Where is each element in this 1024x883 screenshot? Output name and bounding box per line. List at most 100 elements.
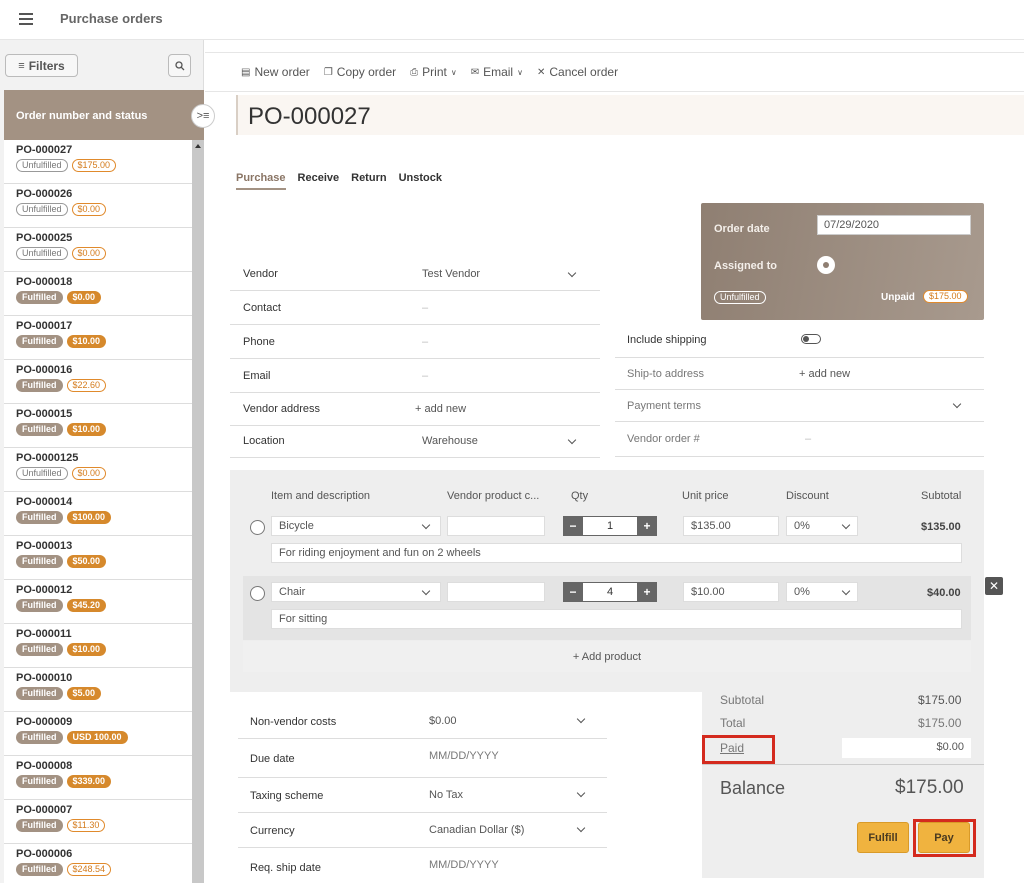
add-vendor-address-link[interactable]: + add new — [415, 403, 466, 415]
order-badges: Fulfilled $10.00 — [16, 423, 192, 436]
chevron-down-icon[interactable] — [577, 790, 585, 798]
plus-icon[interactable]: + — [637, 516, 657, 536]
unit-price-input[interactable]: $10.00 — [683, 582, 779, 602]
collapse-panel-icon[interactable]: >≡ — [191, 104, 215, 128]
vendor-code-input[interactable] — [447, 582, 545, 602]
item-description-input[interactable]: For sitting — [271, 609, 962, 629]
amount-badge: $175.00 — [923, 290, 968, 303]
main-content: ▤ New order ❐ Copy order ⎙ Print ∨ ✉ Email ∨ ✕… — [205, 40, 1024, 883]
payment-terms-row[interactable]: Payment terms — [615, 390, 984, 422]
list-header: Order number and status — [4, 90, 204, 140]
discount-select[interactable]: 0% — [786, 582, 858, 602]
copy-order-button[interactable]: ❐ Copy order — [324, 65, 396, 79]
order-tabs: Purchase Receive Return Unstock — [236, 172, 442, 190]
tab-purchase[interactable]: Purchase — [236, 172, 286, 190]
add-product-button[interactable]: + Add product — [243, 641, 971, 672]
quantity-value[interactable]: 1 — [583, 516, 637, 536]
chevron-down-icon[interactable] — [953, 401, 961, 409]
paid-amount-input[interactable]: $0.00 — [842, 738, 971, 758]
list-item[interactable]: PO-000006 Fulfilled $248.54 — [4, 844, 192, 883]
divider — [702, 764, 984, 765]
tab-return[interactable]: Return — [351, 172, 386, 190]
list-item[interactable]: PO-000014 Fulfilled $100.00 — [4, 492, 192, 536]
order-list-panel: ≡ Filters Order number and status >≡ PO-… — [0, 40, 215, 883]
list-item[interactable]: PO-000009 Fulfilled USD 100.00 — [4, 712, 192, 756]
chevron-down-icon — [422, 588, 430, 596]
fulfill-button[interactable]: Fulfill — [857, 822, 909, 853]
assignee-avatar-icon[interactable] — [817, 256, 835, 274]
unit-price-input[interactable]: $135.00 — [683, 516, 779, 536]
list-item[interactable]: PO-000027 Unfulfilled $175.00 — [4, 140, 192, 184]
plus-icon[interactable]: + — [637, 582, 657, 602]
list-item[interactable]: PO-000015 Fulfilled $10.00 — [4, 404, 192, 448]
status-badge: Fulfilled — [16, 555, 63, 568]
list-item[interactable]: PO-000010 Fulfilled $5.00 — [4, 668, 192, 712]
scroll-up-icon[interactable] — [195, 144, 201, 148]
search-button[interactable] — [168, 54, 191, 77]
list-item[interactable]: PO-000018 Fulfilled $0.00 — [4, 272, 192, 316]
chevron-down-icon[interactable] — [568, 437, 576, 445]
add-ship-to-link[interactable]: + add new — [799, 368, 850, 380]
order-number-title: PO-000027 — [248, 103, 371, 130]
minus-icon[interactable]: − — [563, 582, 583, 602]
location-select[interactable]: Warehouse — [422, 435, 478, 447]
amount-badge: $11.30 — [66, 819, 106, 832]
copy-icon: ❐ — [323, 66, 333, 78]
list-item[interactable]: PO-000012 Fulfilled $45.20 — [4, 580, 192, 624]
envelope-icon: ✉ — [470, 66, 480, 78]
order-number: PO-000014 — [16, 496, 73, 508]
req-ship-date-input[interactable]: MM/DD/YYYY — [429, 859, 499, 871]
vendor-code-input[interactable] — [447, 516, 545, 536]
tab-receive[interactable]: Receive — [298, 172, 340, 190]
item-description-input[interactable]: For riding enjoyment and fun on 2 wheels — [271, 543, 962, 563]
item-select[interactable]: Bicycle — [271, 516, 441, 536]
list-item[interactable]: PO-000016 Fulfilled $22.60 — [4, 360, 192, 404]
print-button[interactable]: ⎙ Print ∨ — [410, 65, 457, 79]
tab-unstock[interactable]: Unstock — [399, 172, 442, 190]
order-badges: Fulfilled $45.20 — [16, 599, 192, 612]
row-select-radio[interactable] — [250, 520, 265, 535]
chevron-down-icon[interactable] — [577, 825, 585, 833]
amount-badge: $0.00 — [71, 247, 107, 260]
remove-row-icon[interactable]: ✕ — [985, 577, 1003, 595]
vendor-row[interactable]: Vendor Test Vendor — [230, 258, 600, 291]
quantity-value[interactable]: 4 — [583, 582, 637, 602]
non-vendor-costs-row[interactable]: Non-vendor costs $0.00 — [238, 704, 607, 739]
list-item[interactable]: PO-000008 Fulfilled $339.00 — [4, 756, 192, 800]
filters-button[interactable]: ≡ Filters — [5, 54, 78, 77]
order-number: PO-0000125 — [16, 452, 79, 464]
order-number: PO-000007 — [16, 804, 73, 816]
include-shipping-row: Include shipping — [615, 323, 984, 358]
status-badge: Unfulfilled — [16, 247, 68, 260]
currency-row[interactable]: Currency Canadian Dollar ($) — [238, 813, 607, 848]
chevron-down-icon[interactable] — [577, 716, 585, 724]
email-button[interactable]: ✉ Email ∨ — [471, 65, 523, 79]
include-shipping-toggle[interactable] — [801, 334, 821, 344]
chevron-down-icon[interactable] — [568, 270, 576, 278]
taxing-scheme-row[interactable]: Taxing scheme No Tax — [238, 778, 607, 813]
balance-label: Balance — [720, 778, 786, 798]
order-badges: Fulfilled $10.00 — [16, 335, 192, 348]
vendor-select[interactable]: Test Vendor — [422, 268, 480, 280]
list-item[interactable]: PO-000013 Fulfilled $50.00 — [4, 536, 192, 580]
list-item[interactable]: PO-000007 Fulfilled $11.30 — [4, 800, 192, 844]
list-item[interactable]: PO-000011 Fulfilled $10.00 — [4, 624, 192, 668]
quantity-stepper[interactable]: − 1 + — [563, 516, 657, 536]
quantity-stepper[interactable]: − 4 + — [563, 582, 657, 602]
list-item[interactable]: PO-000017 Fulfilled $10.00 — [4, 316, 192, 360]
new-order-button[interactable]: ▤ New order — [241, 65, 310, 79]
item-select[interactable]: Chair — [271, 582, 441, 602]
list-item[interactable]: PO-000026 Unfulfilled $0.00 — [4, 184, 192, 228]
list-item[interactable]: PO-0000125 Unfulfilled $0.00 — [4, 448, 192, 492]
order-date-input[interactable]: 07/29/2020 — [817, 215, 971, 235]
discount-select[interactable]: 0% — [786, 516, 858, 536]
menu-icon[interactable] — [19, 13, 33, 25]
list-item[interactable]: PO-000025 Unfulfilled $0.00 — [4, 228, 192, 272]
top-bar: Purchase orders — [0, 0, 1024, 40]
location-row[interactable]: Location Warehouse — [230, 425, 600, 458]
cancel-order-button[interactable]: ✕ Cancel order — [537, 65, 618, 79]
scrollbar[interactable] — [192, 140, 204, 883]
row-select-radio[interactable] — [250, 586, 265, 601]
minus-icon[interactable]: − — [563, 516, 583, 536]
due-date-input[interactable]: MM/DD/YYYY — [429, 750, 499, 762]
